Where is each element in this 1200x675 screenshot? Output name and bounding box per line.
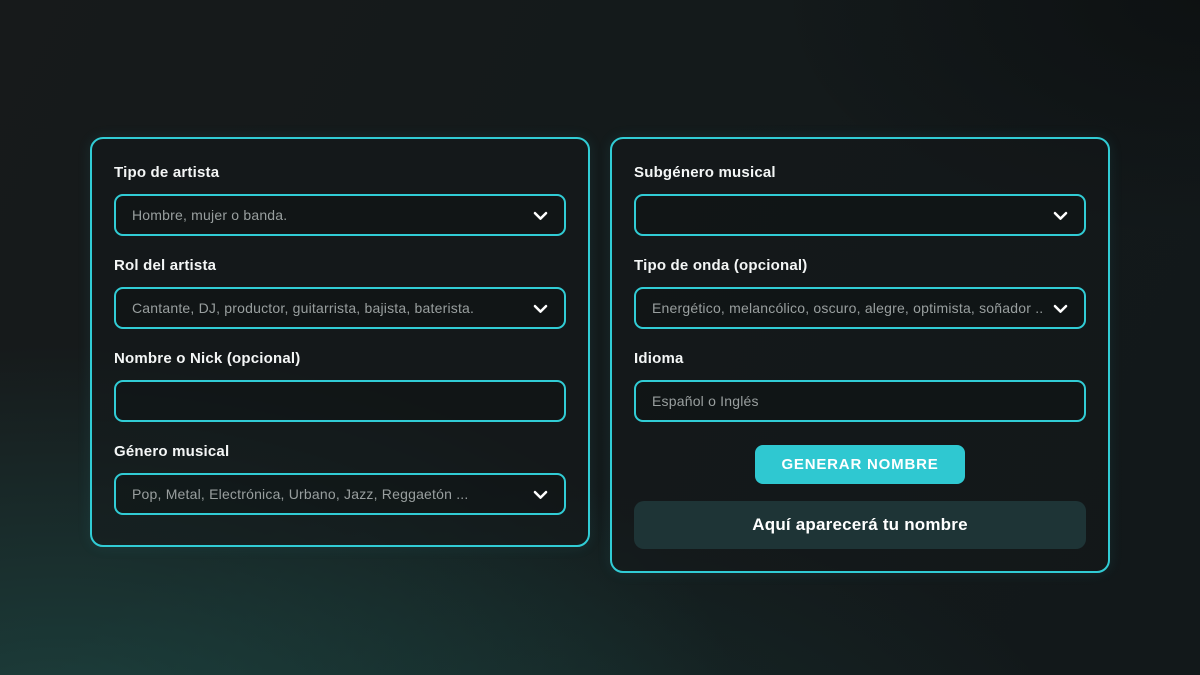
tipo-de-onda-label: Tipo de onda (opcional) xyxy=(634,256,1086,275)
nombre-o-nick-label: Nombre o Nick (opcional) xyxy=(114,349,566,368)
artist-details-panel: Tipo de artista Hombre, mujer o banda. R… xyxy=(90,137,590,547)
chevron-down-icon xyxy=(531,485,550,504)
subgenero-musical-label: Subgénero musical xyxy=(634,163,1086,182)
generation-options-panel: Subgénero musical Tipo de onda (opcional… xyxy=(610,137,1110,573)
tipo-de-onda-select[interactable]: Energético, melancólico, oscuro, alegre,… xyxy=(634,287,1086,329)
chevron-down-icon xyxy=(1051,299,1070,318)
field-idioma: Idioma xyxy=(634,349,1086,422)
generate-name-button[interactable]: GENERAR NOMBRE xyxy=(755,445,964,484)
tipo-de-artista-placeholder: Hombre, mujer o banda. xyxy=(132,207,523,223)
rol-del-artista-select[interactable]: Cantante, DJ, productor, guitarrista, ba… xyxy=(114,287,566,329)
idioma-input[interactable] xyxy=(634,380,1086,422)
genero-musical-placeholder: Pop, Metal, Electrónica, Urbano, Jazz, R… xyxy=(132,486,523,502)
field-tipo-de-artista: Tipo de artista Hombre, mujer o banda. xyxy=(114,163,566,236)
field-nombre-o-nick: Nombre o Nick (opcional) xyxy=(114,349,566,422)
generated-name-result: Aquí aparecerá tu nombre xyxy=(634,501,1086,549)
tipo-de-onda-placeholder: Energético, melancólico, oscuro, alegre,… xyxy=(652,300,1043,316)
generate-button-row: GENERAR NOMBRE xyxy=(634,445,1086,484)
field-rol-del-artista: Rol del artista Cantante, DJ, productor,… xyxy=(114,256,566,329)
idioma-label: Idioma xyxy=(634,349,1086,368)
genero-musical-select[interactable]: Pop, Metal, Electrónica, Urbano, Jazz, R… xyxy=(114,473,566,515)
field-subgenero-musical: Subgénero musical xyxy=(634,163,1086,236)
nombre-o-nick-input[interactable] xyxy=(114,380,566,422)
genero-musical-label: Género musical xyxy=(114,442,566,461)
rol-del-artista-label: Rol del artista xyxy=(114,256,566,275)
rol-del-artista-placeholder: Cantante, DJ, productor, guitarrista, ba… xyxy=(132,300,523,316)
chevron-down-icon xyxy=(1051,206,1070,225)
tipo-de-artista-label: Tipo de artista xyxy=(114,163,566,182)
field-genero-musical: Género musical Pop, Metal, Electrónica, … xyxy=(114,442,566,515)
field-tipo-de-onda: Tipo de onda (opcional) Energético, mela… xyxy=(634,256,1086,329)
chevron-down-icon xyxy=(531,206,550,225)
form-panels: Tipo de artista Hombre, mujer o banda. R… xyxy=(90,137,1110,573)
chevron-down-icon xyxy=(531,299,550,318)
tipo-de-artista-select[interactable]: Hombre, mujer o banda. xyxy=(114,194,566,236)
subgenero-musical-select[interactable] xyxy=(634,194,1086,236)
